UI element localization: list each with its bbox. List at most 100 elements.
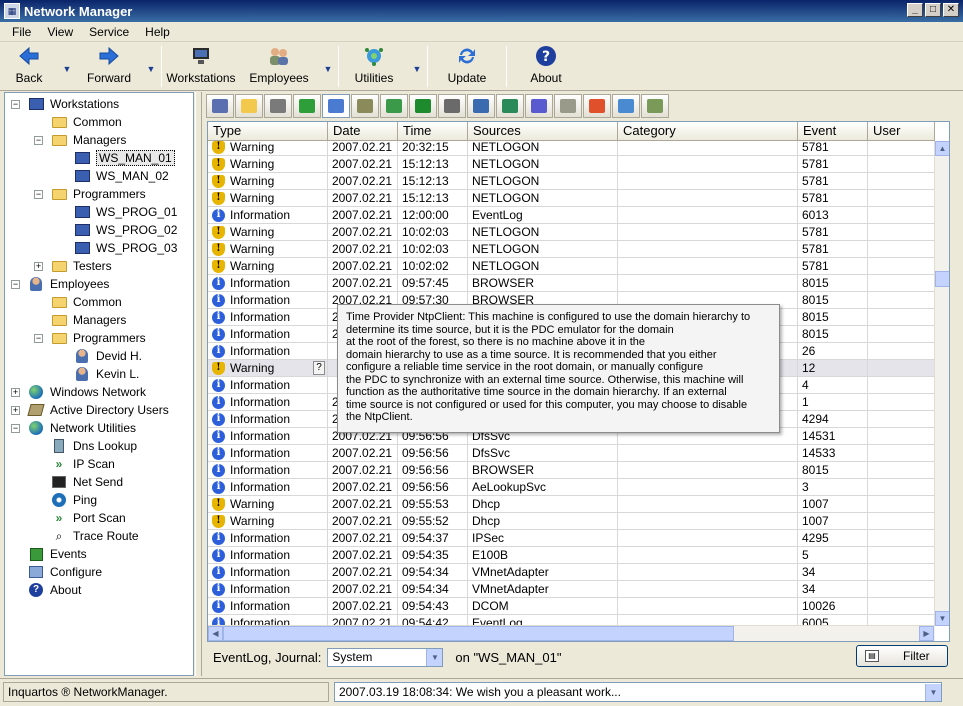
tree-node[interactable]: − Managers [34, 131, 126, 149]
expand-toggle-icon[interactable]: + [11, 387, 20, 397]
menu-view[interactable]: View [39, 25, 81, 39]
tree-node[interactable]: WS_PROG_03 [74, 239, 177, 257]
windows-view-button[interactable] [583, 94, 611, 118]
splitter[interactable] [195, 92, 202, 676]
scroll-right-button[interactable]: ▶ [919, 626, 934, 641]
tree-node[interactable]: Common [51, 293, 122, 311]
tree-node[interactable]: WS_PROG_01 [74, 203, 177, 221]
tree-node[interactable]: Dns Lookup [51, 437, 137, 455]
vertical-scroll-thumb[interactable] [935, 271, 949, 287]
close-button[interactable]: ✕ [943, 3, 959, 17]
journal-select[interactable]: System ▼ [327, 647, 444, 667]
tree-node[interactable]: Devid H. [74, 347, 142, 365]
expand-toggle-icon[interactable]: + [34, 261, 43, 271]
menu-help[interactable]: Help [137, 25, 178, 39]
about-button[interactable]: ? About [508, 43, 584, 90]
column-header-sources[interactable]: Sources [468, 122, 618, 141]
tree-node[interactable]: Events [28, 545, 87, 563]
tree-node[interactable]: ? About [28, 581, 81, 599]
table-row[interactable]: i Information 2007.02.21 12:00:00 EventLog 60… [208, 207, 935, 224]
table-row[interactable]: i Information 2007.02.21 09:56:56 BROWSER 801… [208, 462, 935, 479]
utilities-dropdown-arrow[interactable]: ▼ [408, 43, 426, 90]
back-dropdown-arrow[interactable]: ▼ [58, 43, 76, 90]
tree-node[interactable]: Net Send [51, 473, 123, 491]
minimize-button[interactable]: _ [907, 3, 923, 17]
notepad-view-button[interactable] [235, 94, 263, 118]
employees-dropdown-arrow[interactable]: ▼ [319, 43, 337, 90]
workstations-button[interactable]: Workstations [163, 43, 239, 90]
horizontal-scrollbar[interactable]: ◀ ▶ [208, 625, 935, 641]
table-row[interactable]: i Information 2007.02.21 09:57:45 BROWSER 801… [208, 275, 935, 292]
cdrom-view-button[interactable] [525, 94, 553, 118]
update-button[interactable]: Update [429, 43, 505, 90]
utilities-button[interactable]: Utilities [340, 43, 408, 90]
table-row[interactable]: i Information 2007.02.21 09:54:34 VMnetAdapt… [208, 581, 935, 598]
table-row[interactable]: i Information 2007.02.21 09:56:56 AeLookupSv… [208, 479, 935, 496]
menu-file[interactable]: File [4, 25, 39, 39]
tree-node[interactable]: Ping [51, 491, 97, 509]
column-header-user[interactable]: User [868, 122, 935, 141]
column-header-event[interactable]: Event [798, 122, 868, 141]
scroll-left-button[interactable]: ◀ [208, 626, 223, 641]
tree-node[interactable]: − Employees [11, 275, 109, 293]
disk-view-button[interactable] [264, 94, 292, 118]
drive-view-button[interactable] [554, 94, 582, 118]
maximize-button[interactable]: □ [925, 3, 941, 17]
table-row[interactable]: i Information 2007.02.21 09:54:35 E100B 5 [208, 547, 935, 564]
tree-node[interactable]: WS_PROG_02 [74, 221, 177, 239]
forward-dropdown-arrow[interactable]: ▼ [142, 43, 160, 90]
column-header-type[interactable]: Type [208, 122, 328, 141]
table-row[interactable]: ! Warning 2007.02.21 10:02:02 NETLOGON 5781 [208, 258, 935, 275]
computer-view-button[interactable] [206, 94, 234, 118]
expand-toggle-icon[interactable]: − [34, 135, 43, 145]
expand-toggle-icon[interactable]: + [11, 405, 20, 415]
table-row[interactable]: ! Warning 2007.02.21 15:12:13 NETLOGON 5781 [208, 173, 935, 190]
filter-button[interactable]: ▤ Filter [856, 645, 948, 667]
tree-node[interactable]: Common [51, 113, 122, 131]
chevron-down-icon[interactable]: ▼ [925, 683, 941, 701]
column-header-date[interactable]: Date [328, 122, 398, 141]
horizontal-scroll-thumb[interactable] [223, 626, 734, 641]
tools-view-button[interactable] [612, 94, 640, 118]
column-header-category[interactable]: Category [618, 122, 798, 141]
expand-toggle-icon[interactable]: − [11, 423, 20, 433]
memory-view-button[interactable] [409, 94, 437, 118]
back-button[interactable]: Back [0, 43, 58, 90]
table-row[interactable]: i Information 2007.02.21 09:54:43 DCOM 10026 [208, 598, 935, 615]
display-view-button[interactable] [467, 94, 495, 118]
table-row[interactable]: ! Warning 2007.02.21 09:55:53 Dhcp 1007 [208, 496, 935, 513]
users-view-button[interactable] [641, 94, 669, 118]
expand-toggle-icon[interactable]: − [11, 99, 20, 109]
tree-node[interactable]: + Testers [34, 257, 112, 275]
tree-node[interactable]: Configure [28, 563, 102, 581]
refresh-view-button[interactable] [293, 94, 321, 118]
eventlog-view-button[interactable] [322, 94, 350, 118]
table-row[interactable]: ! Warning 2007.02.21 20:32:15 NETLOGON 5781 [208, 141, 935, 156]
tree-node[interactable]: ⌕ Trace Route [51, 527, 139, 545]
table-row[interactable]: ! Warning 2007.02.21 15:12:13 NETLOGON 5781 [208, 190, 935, 207]
network-view-button[interactable] [351, 94, 379, 118]
tree-node[interactable]: Kevin L. [74, 365, 139, 383]
process-view-button[interactable] [380, 94, 408, 118]
scroll-down-button[interactable]: ▼ [935, 611, 949, 626]
status-message-combo[interactable]: 2007.03.19 18:08:34: We wish you a pleas… [334, 682, 942, 702]
tree-node[interactable]: » IP Scan [51, 455, 115, 473]
tree-node[interactable]: − Programmers [34, 185, 146, 203]
tree-node[interactable]: WS_MAN_01 [74, 149, 175, 167]
table-row[interactable]: ! Warning 2007.02.21 15:12:13 NETLOGON 5781 [208, 156, 935, 173]
tree-node[interactable]: + Active Directory Users [11, 401, 169, 419]
tree-node[interactable]: − Programmers [34, 329, 146, 347]
tree-node[interactable]: + Windows Network [11, 383, 146, 401]
table-row[interactable]: i Information 2007.02.21 09:54:37 IPSec 4295 [208, 530, 935, 547]
table-row[interactable]: ! Warning 2007.02.21 10:02:03 NETLOGON 5781 [208, 241, 935, 258]
menu-service[interactable]: Service [81, 25, 137, 39]
tree-node[interactable]: Managers [51, 311, 126, 329]
expand-toggle-icon[interactable]: − [34, 333, 43, 343]
employees-button[interactable]: Employees [239, 43, 319, 90]
expand-toggle-icon[interactable]: − [11, 279, 20, 289]
expand-toggle-icon[interactable]: − [34, 189, 43, 199]
services-view-button[interactable] [496, 94, 524, 118]
tree-node[interactable]: » Port Scan [51, 509, 126, 527]
tree-node[interactable]: − Network Utilities [11, 419, 136, 437]
printer-view-button[interactable] [438, 94, 466, 118]
